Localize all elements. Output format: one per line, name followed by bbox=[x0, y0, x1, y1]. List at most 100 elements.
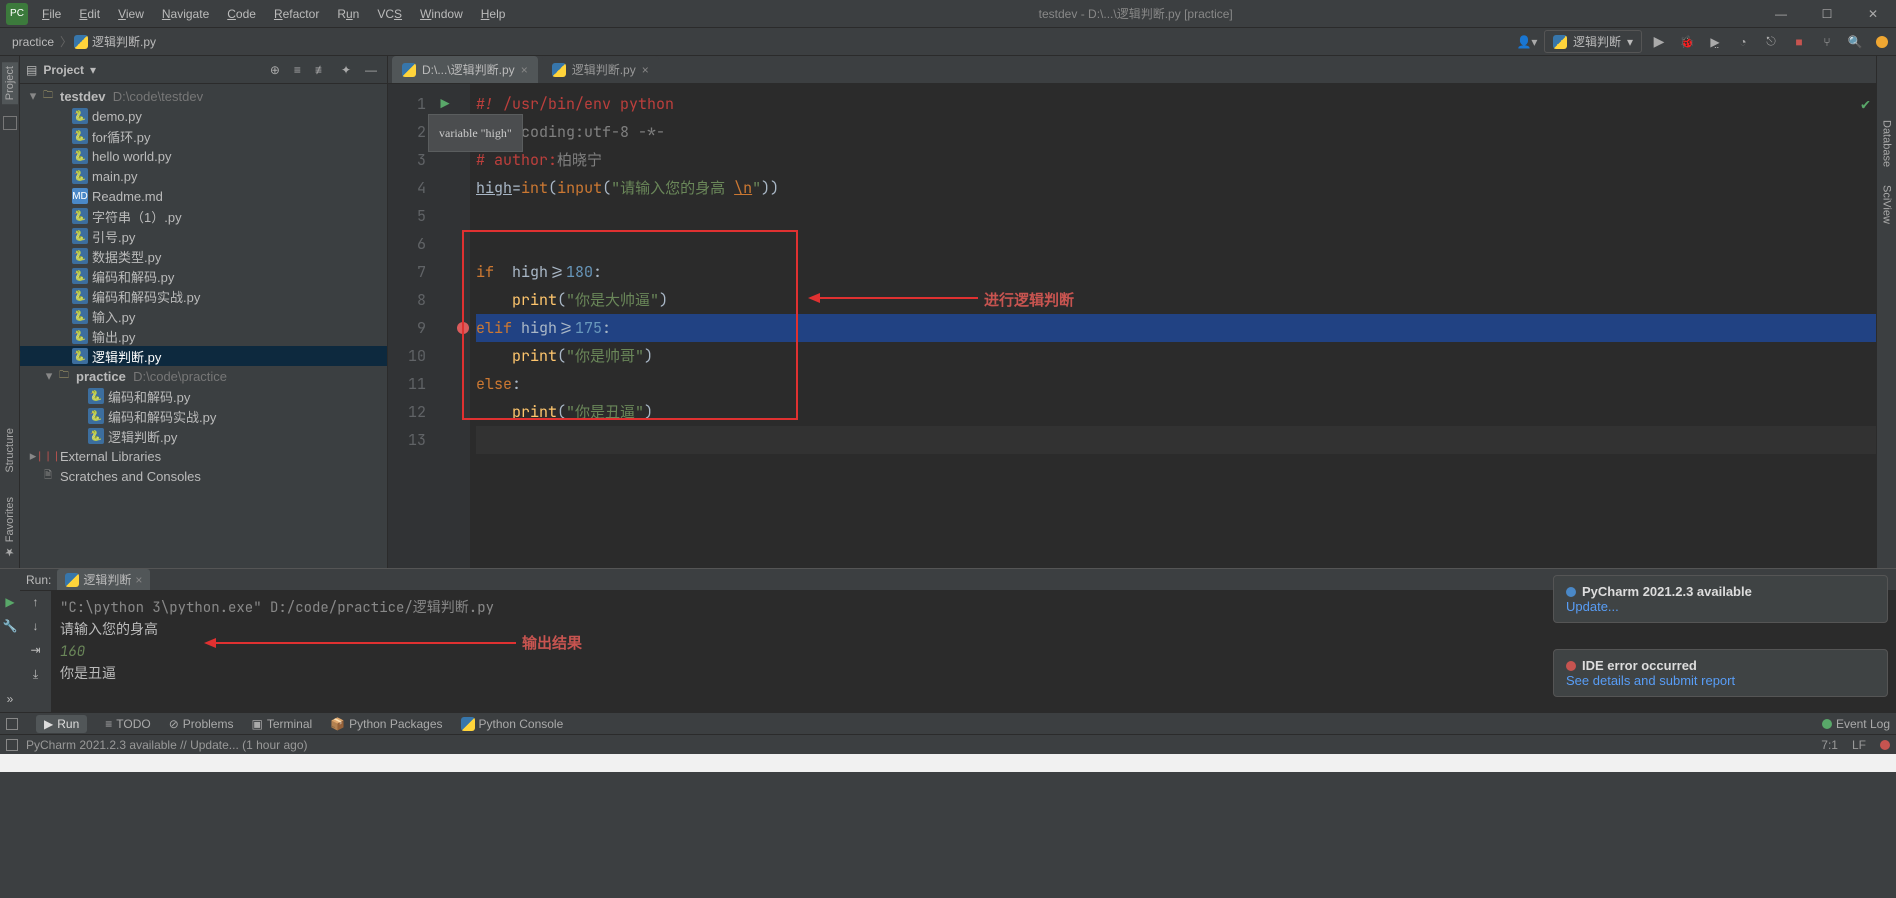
chevron-down-icon[interactable]: ▾ bbox=[90, 63, 96, 77]
database-tab[interactable]: Database bbox=[1879, 116, 1895, 171]
breakpoint-gutter[interactable] bbox=[456, 84, 470, 568]
menu-help[interactable]: Help bbox=[473, 3, 514, 25]
breadcrumb-sep: 〉 bbox=[58, 33, 74, 50]
code-content[interactable]: variable "high" #! /usr/bin/env python #… bbox=[470, 84, 1876, 568]
tree-file[interactable]: 🐍main.py bbox=[20, 166, 387, 186]
bookmarks-icon[interactable] bbox=[3, 116, 17, 130]
python-packages-tab-button[interactable]: 📦 Python Packages bbox=[330, 717, 442, 731]
tree-file[interactable]: 🐍demo.py bbox=[20, 106, 387, 126]
menu-refactor[interactable]: Refactor bbox=[266, 3, 327, 25]
notification-link[interactable]: See details and submit report bbox=[1566, 673, 1875, 688]
menu-view[interactable]: View bbox=[110, 3, 152, 25]
sciview-tab[interactable]: SciView bbox=[1879, 181, 1895, 228]
breakpoint-icon[interactable] bbox=[457, 322, 469, 334]
tree-file[interactable]: 🐍编码和解码.py bbox=[20, 386, 387, 406]
python-console-tab-button[interactable]: Python Console bbox=[461, 717, 564, 731]
tree-file[interactable]: MDReadme.md bbox=[20, 186, 387, 206]
close-button[interactable]: ✕ bbox=[1850, 0, 1896, 28]
editor-tab[interactable]: 逻辑判断.py× bbox=[542, 56, 659, 83]
favorites-tab[interactable]: ★ Favorites bbox=[1, 493, 18, 562]
project-tree[interactable]: ▾🗀testdev D:\code\testdev 🐍demo.py 🐍for循… bbox=[20, 84, 387, 568]
down-icon[interactable]: ↓ bbox=[33, 619, 39, 633]
menu-navigate[interactable]: Navigate bbox=[154, 3, 217, 25]
user-icon[interactable]: 👤▾ bbox=[1516, 31, 1538, 53]
tree-scratches[interactable]: 🗎Scratches and Consoles bbox=[20, 466, 387, 486]
close-icon[interactable]: × bbox=[521, 63, 528, 77]
locate-icon[interactable]: ⊕ bbox=[266, 63, 284, 77]
todo-tab-button[interactable]: ≡ TODO bbox=[105, 717, 150, 731]
ide-error-indicator-icon[interactable] bbox=[1880, 740, 1890, 750]
tree-file[interactable]: 🐍逻辑判断.py bbox=[20, 346, 387, 366]
code-editor[interactable]: 12345678910111213 ▶ variable "high" #! /… bbox=[388, 84, 1876, 568]
menu-window[interactable]: Window bbox=[412, 3, 471, 25]
tree-file[interactable]: 🐍字符串（1）.py bbox=[20, 206, 387, 226]
tree-file[interactable]: 🐍for循环.py bbox=[20, 126, 387, 146]
inspection-ok-icon[interactable]: ✔ bbox=[1861, 90, 1870, 118]
run-config-label: 逻辑判断 bbox=[1573, 33, 1621, 50]
more-icon[interactable]: » bbox=[7, 692, 14, 706]
debug-button[interactable]: 🐞 bbox=[1676, 31, 1698, 53]
notification-link[interactable]: Update... bbox=[1566, 599, 1875, 614]
breadcrumb-root[interactable]: practice bbox=[8, 33, 58, 51]
tree-package[interactable]: ▾🗀practice D:\code\practice bbox=[20, 366, 387, 386]
tree-file[interactable]: 🐍数据类型.py bbox=[20, 246, 387, 266]
tree-file[interactable]: 🐍输出.py bbox=[20, 326, 387, 346]
run-gutter[interactable]: ▶ bbox=[434, 84, 456, 568]
tree-file[interactable]: 🐍编码和解码.py bbox=[20, 266, 387, 286]
coverage-button[interactable]: ▶̤ bbox=[1704, 31, 1726, 53]
collapse-all-icon[interactable]: ≢ bbox=[311, 63, 331, 77]
terminal-tab-button[interactable]: ▣ Terminal bbox=[251, 717, 312, 731]
project-panel-title[interactable]: Project bbox=[43, 63, 84, 77]
status-message[interactable]: PyCharm 2021.2.3 available // Update... … bbox=[26, 738, 308, 752]
tree-file[interactable]: 🐍引号.py bbox=[20, 226, 387, 246]
tool-windows-icon[interactable] bbox=[6, 739, 18, 751]
settings-icon[interactable]: ✦ bbox=[337, 63, 355, 77]
tree-root[interactable]: ▾🗀testdev D:\code\testdev bbox=[20, 86, 387, 106]
run-button[interactable]: ▶ bbox=[1648, 31, 1670, 53]
tree-file[interactable]: 🐍hello world.py bbox=[20, 146, 387, 166]
run-config-selector[interactable]: 逻辑判断 ▾ bbox=[1544, 30, 1642, 53]
tree-external-libs[interactable]: ▸❘❘❘External Libraries bbox=[20, 446, 387, 466]
vcs-button[interactable]: ⑂ bbox=[1816, 31, 1838, 53]
menu-run[interactable]: Run bbox=[329, 3, 367, 25]
hide-icon[interactable]: — bbox=[361, 63, 381, 77]
close-icon[interactable]: × bbox=[642, 63, 649, 77]
tool-window-quick-access-icon[interactable] bbox=[6, 718, 18, 730]
tree-file[interactable]: 🐍编码和解码实战.py bbox=[20, 406, 387, 426]
concurrency-button[interactable]: ⎋ bbox=[1760, 31, 1782, 53]
tree-file[interactable]: 🐍编码和解码实战.py bbox=[20, 286, 387, 306]
python-icon bbox=[552, 63, 566, 77]
scroll-to-end-icon[interactable]: ⤓ bbox=[33, 667, 38, 682]
project-view-icon: ▤ bbox=[26, 63, 37, 77]
rerun-icon[interactable]: ▶ bbox=[5, 595, 14, 609]
expand-all-icon[interactable]: ≡ bbox=[290, 63, 305, 77]
up-icon[interactable]: ↑ bbox=[33, 595, 39, 609]
problems-tab-button[interactable]: ⊘ Problems bbox=[169, 717, 234, 731]
line-number-gutter[interactable]: 12345678910111213 bbox=[388, 84, 434, 568]
caret-position[interactable]: 7:1 bbox=[1821, 738, 1838, 752]
breadcrumb-file[interactable]: 逻辑判断.py bbox=[88, 31, 160, 52]
line-separator[interactable]: LF bbox=[1852, 738, 1866, 752]
menu-vcs[interactable]: VCS bbox=[369, 3, 410, 25]
search-button[interactable]: 🔍 bbox=[1844, 31, 1866, 53]
notification-update[interactable]: PyCharm 2021.2.3 available Update... bbox=[1553, 575, 1888, 623]
stop-button[interactable]: ■ bbox=[1788, 31, 1810, 53]
menu-file[interactable]: File bbox=[34, 3, 69, 25]
menu-edit[interactable]: Edit bbox=[71, 3, 108, 25]
soft-wrap-icon[interactable]: ⇥ bbox=[30, 643, 40, 657]
external-strip bbox=[0, 754, 1896, 772]
tree-file[interactable]: 🐍输入.py bbox=[20, 306, 387, 326]
structure-tab[interactable]: Structure bbox=[2, 424, 18, 477]
arrow-line bbox=[820, 297, 978, 299]
menu-code[interactable]: Code bbox=[219, 3, 264, 25]
project-tab[interactable]: Project bbox=[2, 62, 18, 104]
maximize-button[interactable]: ☐ bbox=[1804, 0, 1850, 28]
minimize-button[interactable]: — bbox=[1758, 0, 1804, 28]
profile-button[interactable]: ◔ bbox=[1732, 31, 1754, 53]
run-tab-button[interactable]: ▶ Run bbox=[36, 715, 87, 733]
tree-file[interactable]: 🐍逻辑判断.py bbox=[20, 426, 387, 446]
editor-tab-active[interactable]: D:\...\逻辑判断.py× bbox=[392, 56, 538, 83]
notification-error[interactable]: IDE error occurred See details and submi… bbox=[1553, 649, 1888, 697]
settings-icon[interactable]: 🔧 bbox=[3, 619, 18, 633]
event-log-button[interactable]: Event Log bbox=[1822, 717, 1890, 731]
